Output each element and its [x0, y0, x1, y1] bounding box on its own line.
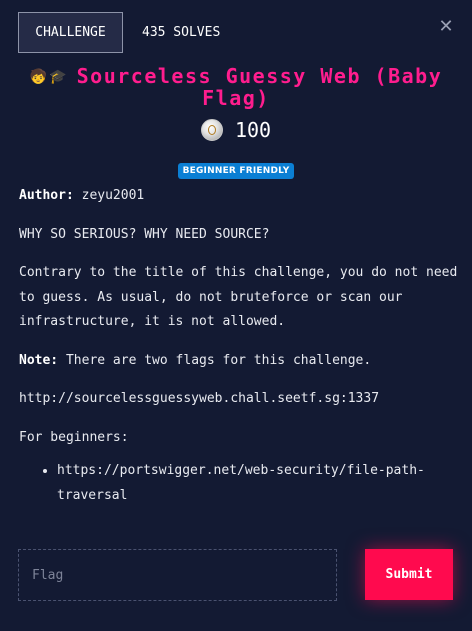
difficulty-badge: BEGINNER FRIENDLY: [177, 163, 295, 179]
challenge-title-text: Sourceless Guessy Web (Baby Flag): [76, 64, 443, 110]
beginner-links: https://portswigger.net/web-security/fil…: [19, 458, 459, 508]
coin-icon: [200, 119, 223, 141]
challenge-title-wrapper: 🧒 🎓 Sourceless Guessy Web (Baby Flag): [20, 66, 452, 109]
portswigger-link[interactable]: https://portswigger.net/web-security/fil…: [57, 463, 425, 503]
close-button[interactable]: ✕: [436, 15, 456, 37]
note-text: There are two flags for this challenge.: [65, 352, 372, 368]
challenge-description: Author: zeyu2001 WHY SO SERIOUS? WHY NEE…: [19, 184, 459, 508]
author-label: Author:: [19, 188, 74, 203]
points-value: 100: [234, 118, 272, 142]
submit-button[interactable]: Submit: [365, 549, 453, 600]
graduation-cap-icon: 🎓: [49, 69, 67, 85]
description-paragraph: Contrary to the title of this challenge,…: [19, 265, 458, 329]
challenge-url: http://sourcelessguessyweb.chall.seetf.s…: [19, 391, 380, 406]
beginners-label: For beginners:: [19, 429, 129, 445]
tab-challenge[interactable]: CHALLENGE: [18, 12, 123, 53]
person-icon: 🧒: [29, 69, 48, 85]
challenge-modal: CHALLENGE 435 SOLVES ✕ 🧒 🎓 Sourceless Gue…: [0, 0, 472, 631]
list-item: https://portswigger.net/web-security/fil…: [57, 458, 459, 508]
close-icon: ✕: [438, 15, 454, 37]
points-row: 100: [0, 118, 472, 142]
note-label: Note:: [19, 352, 59, 368]
tab-solves[interactable]: 435 SOLVES: [135, 12, 227, 53]
author-line: Author: zeyu2001: [19, 184, 459, 209]
title-icons: 🧒 🎓: [30, 67, 69, 88]
badge-row: BEGINNER FRIENDLY: [0, 163, 472, 179]
author-value: zeyu2001: [81, 188, 145, 203]
challenge-title: 🧒 🎓 Sourceless Guessy Web (Baby Flag): [20, 66, 452, 109]
tagline: WHY SO SERIOUS? WHY NEED SOURCE?: [19, 226, 270, 242]
flag-input[interactable]: [18, 549, 337, 601]
note-line: Note: There are two flags for this chall…: [19, 349, 459, 374]
